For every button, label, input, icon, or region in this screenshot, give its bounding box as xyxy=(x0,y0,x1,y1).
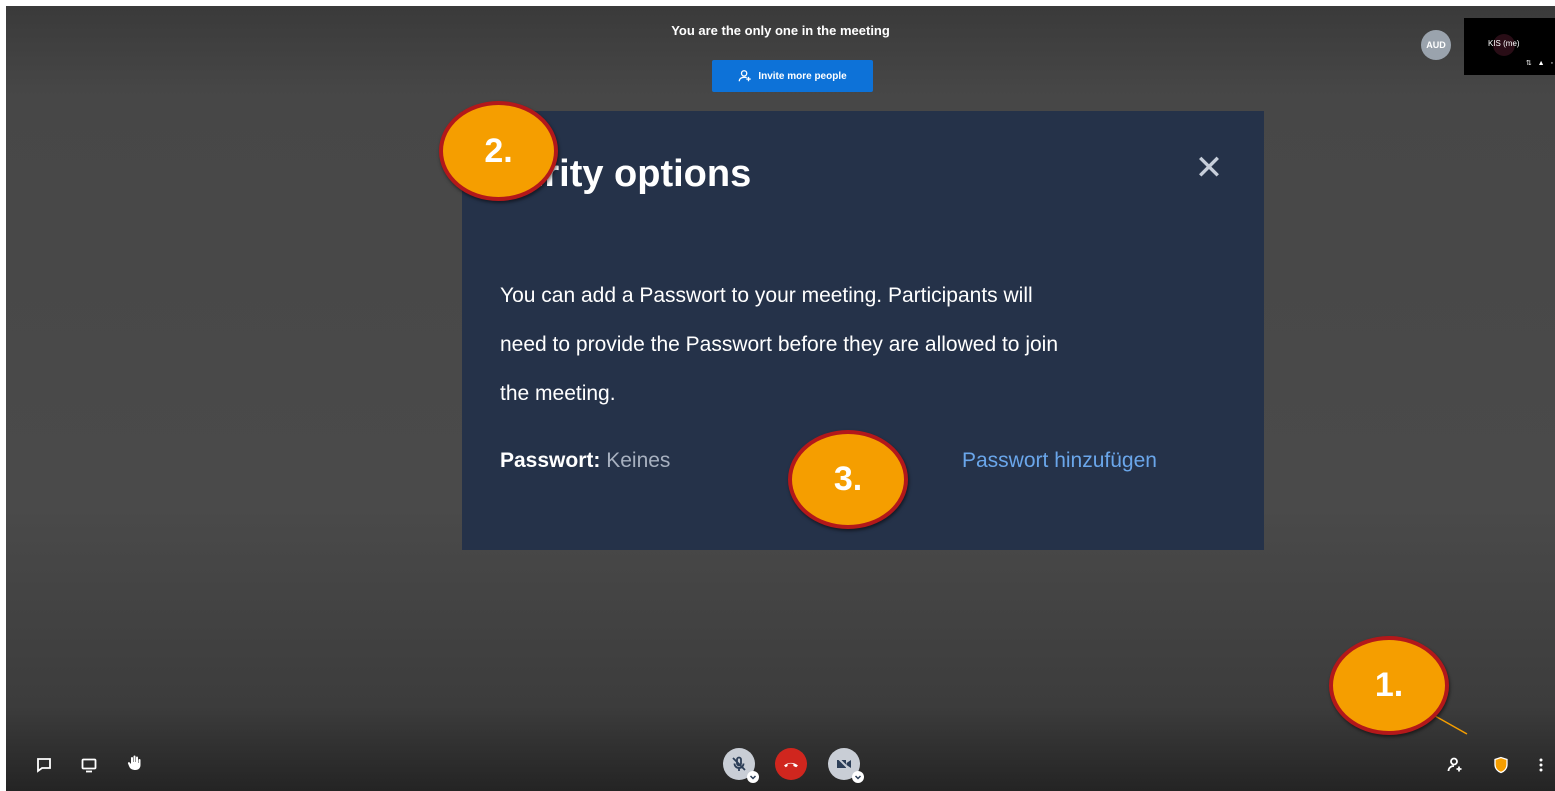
add-password-link[interactable]: Passwort hinzufügen xyxy=(962,449,1157,473)
more-options-icon[interactable] xyxy=(1530,754,1552,776)
security-shield-icon[interactable] xyxy=(1490,754,1512,776)
chat-icon[interactable] xyxy=(33,754,55,776)
avatar-initials: AUD xyxy=(1426,40,1446,50)
avatar[interactable]: AUD xyxy=(1421,30,1451,60)
description-line: You can add a Passwort to your meeting. … xyxy=(500,284,1033,307)
hangup-icon xyxy=(784,762,798,768)
password-label: Passwort: xyxy=(500,449,601,472)
invite-person-icon xyxy=(738,70,751,82)
microphone-muted-button[interactable] xyxy=(723,748,759,783)
invite-people-icon[interactable] xyxy=(1444,754,1466,776)
invite-more-people-button[interactable]: Invite more people xyxy=(712,60,873,92)
annotation-badge-3: 3. xyxy=(788,430,908,529)
meeting-stage: You are the only one in the meeting Invi… xyxy=(6,6,1555,791)
hangup-button[interactable] xyxy=(775,748,807,780)
annotation-badge-2: 2. xyxy=(439,101,558,201)
only-participant-notice: You are the only one in the meeting xyxy=(671,23,890,38)
camera-off-button[interactable] xyxy=(828,748,864,783)
microphone-muted-icon xyxy=(732,756,746,771)
chevron-down-icon[interactable] xyxy=(852,771,864,783)
camera-off-icon xyxy=(836,756,852,772)
screen-share-icon[interactable] xyxy=(78,754,100,776)
close-icon[interactable]: ✕ xyxy=(1194,151,1224,185)
self-name-label: KIS (me) xyxy=(1488,39,1520,48)
self-video-thumbnail[interactable]: KIS (me) ⇅ ▲ ◦ xyxy=(1464,18,1555,75)
thumbnail-status-icons: ⇅ ▲ ◦ xyxy=(1525,60,1555,67)
raise-hand-icon[interactable] xyxy=(124,752,146,774)
annotation-badge-1: 1. xyxy=(1329,636,1449,735)
dialog-description: You can add a Passwort to your meeting. … xyxy=(500,271,1230,418)
chevron-down-icon[interactable] xyxy=(747,771,759,783)
invite-button-label: Invite more people xyxy=(758,70,847,82)
description-line: the meeting. xyxy=(500,382,616,405)
description-line: need to provide the Passwort before they… xyxy=(500,333,1059,356)
password-value: Keines xyxy=(606,449,671,472)
password-row: Passwort: Keines xyxy=(500,449,670,473)
